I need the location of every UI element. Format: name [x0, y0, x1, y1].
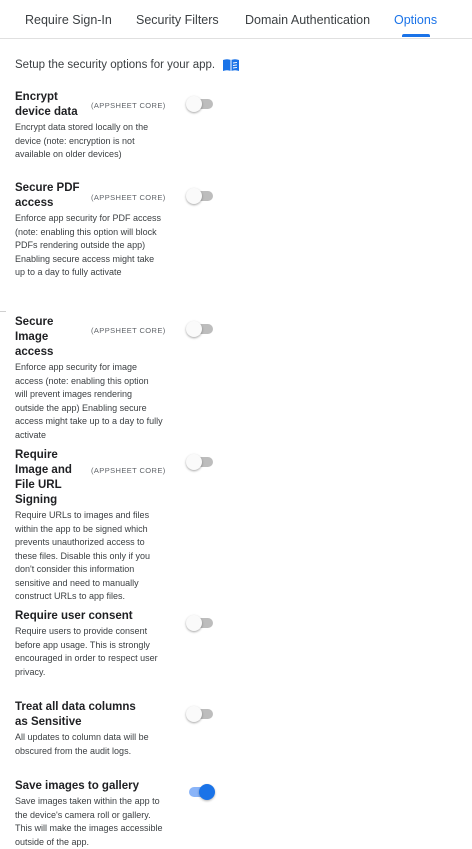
setting-description: Encrypt data stored locally on the devic… [15, 122, 149, 159]
setting-title: Secure PDF access [15, 182, 80, 209]
tab-require-sign-in[interactable]: Require Sign-In [25, 0, 112, 38]
toggle-thumb [186, 188, 202, 204]
divider [0, 311, 6, 312]
secure-pdf-access-toggle[interactable] [186, 188, 214, 204]
setting-description: Enforce app security for PDF access (not… [15, 213, 162, 277]
toggle-thumb [199, 784, 215, 800]
tab-security-filters[interactable]: Security Filters [136, 0, 219, 38]
toggle-thumb [186, 454, 202, 470]
setting-require-user-consent: Require user consent Require users to pr… [15, 609, 215, 679]
intro-row: Setup the security options for your app. [15, 58, 240, 72]
setting-description: All updates to column data will be obscu… [15, 732, 149, 756]
setting-title: Save images to gallery [15, 780, 140, 792]
save-images-to-gallery-toggle[interactable] [186, 784, 215, 800]
require-url-signing-toggle[interactable] [186, 454, 214, 470]
setting-title: Require user consent [15, 610, 133, 622]
toggle-thumb [186, 706, 202, 722]
tab-domain-authentication[interactable]: Domain Authentication [245, 0, 370, 38]
appsheet-core-badge: (APPSHEET CORE) [91, 101, 166, 110]
intro-text: Setup the security options for your app. [15, 59, 216, 71]
appsheet-core-badge: (APPSHEET CORE) [91, 326, 166, 335]
setting-title: Encrypt device data [15, 91, 78, 118]
tab-options[interactable]: Options [394, 0, 437, 38]
setting-description: Require URLs to images and files within … [15, 510, 151, 601]
setting-description: Enforce app security for image access (n… [15, 362, 163, 440]
setting-title: Treat all data columns as Sensitive [15, 701, 136, 728]
require-user-consent-toggle[interactable] [186, 615, 214, 631]
setting-title: Require Image and File URL Signing [15, 449, 72, 506]
toggle-thumb [186, 321, 202, 337]
treat-columns-sensitive-toggle[interactable] [186, 706, 214, 722]
setting-title: Secure Image access [15, 316, 54, 358]
book-icon[interactable] [222, 58, 240, 72]
active-tab-indicator [402, 34, 430, 37]
toggle-thumb [186, 615, 202, 631]
setting-description: Save images taken within the app to the … [15, 796, 163, 847]
encrypt-device-data-toggle[interactable] [186, 96, 214, 112]
setting-treat-columns-sensitive: Treat all data columns as Sensitive All … [15, 700, 215, 758]
toggle-thumb [186, 96, 202, 112]
appsheet-core-badge: (APPSHEET CORE) [91, 193, 166, 202]
appsheet-core-badge: (APPSHEET CORE) [91, 466, 166, 475]
setting-save-images-to-gallery: Save images to gallery Save images taken… [15, 779, 215, 849]
secure-image-access-toggle[interactable] [186, 321, 214, 337]
setting-description: Require users to provide consent before … [15, 626, 158, 677]
tab-bar: Require Sign-In Security Filters Domain … [0, 0, 472, 39]
